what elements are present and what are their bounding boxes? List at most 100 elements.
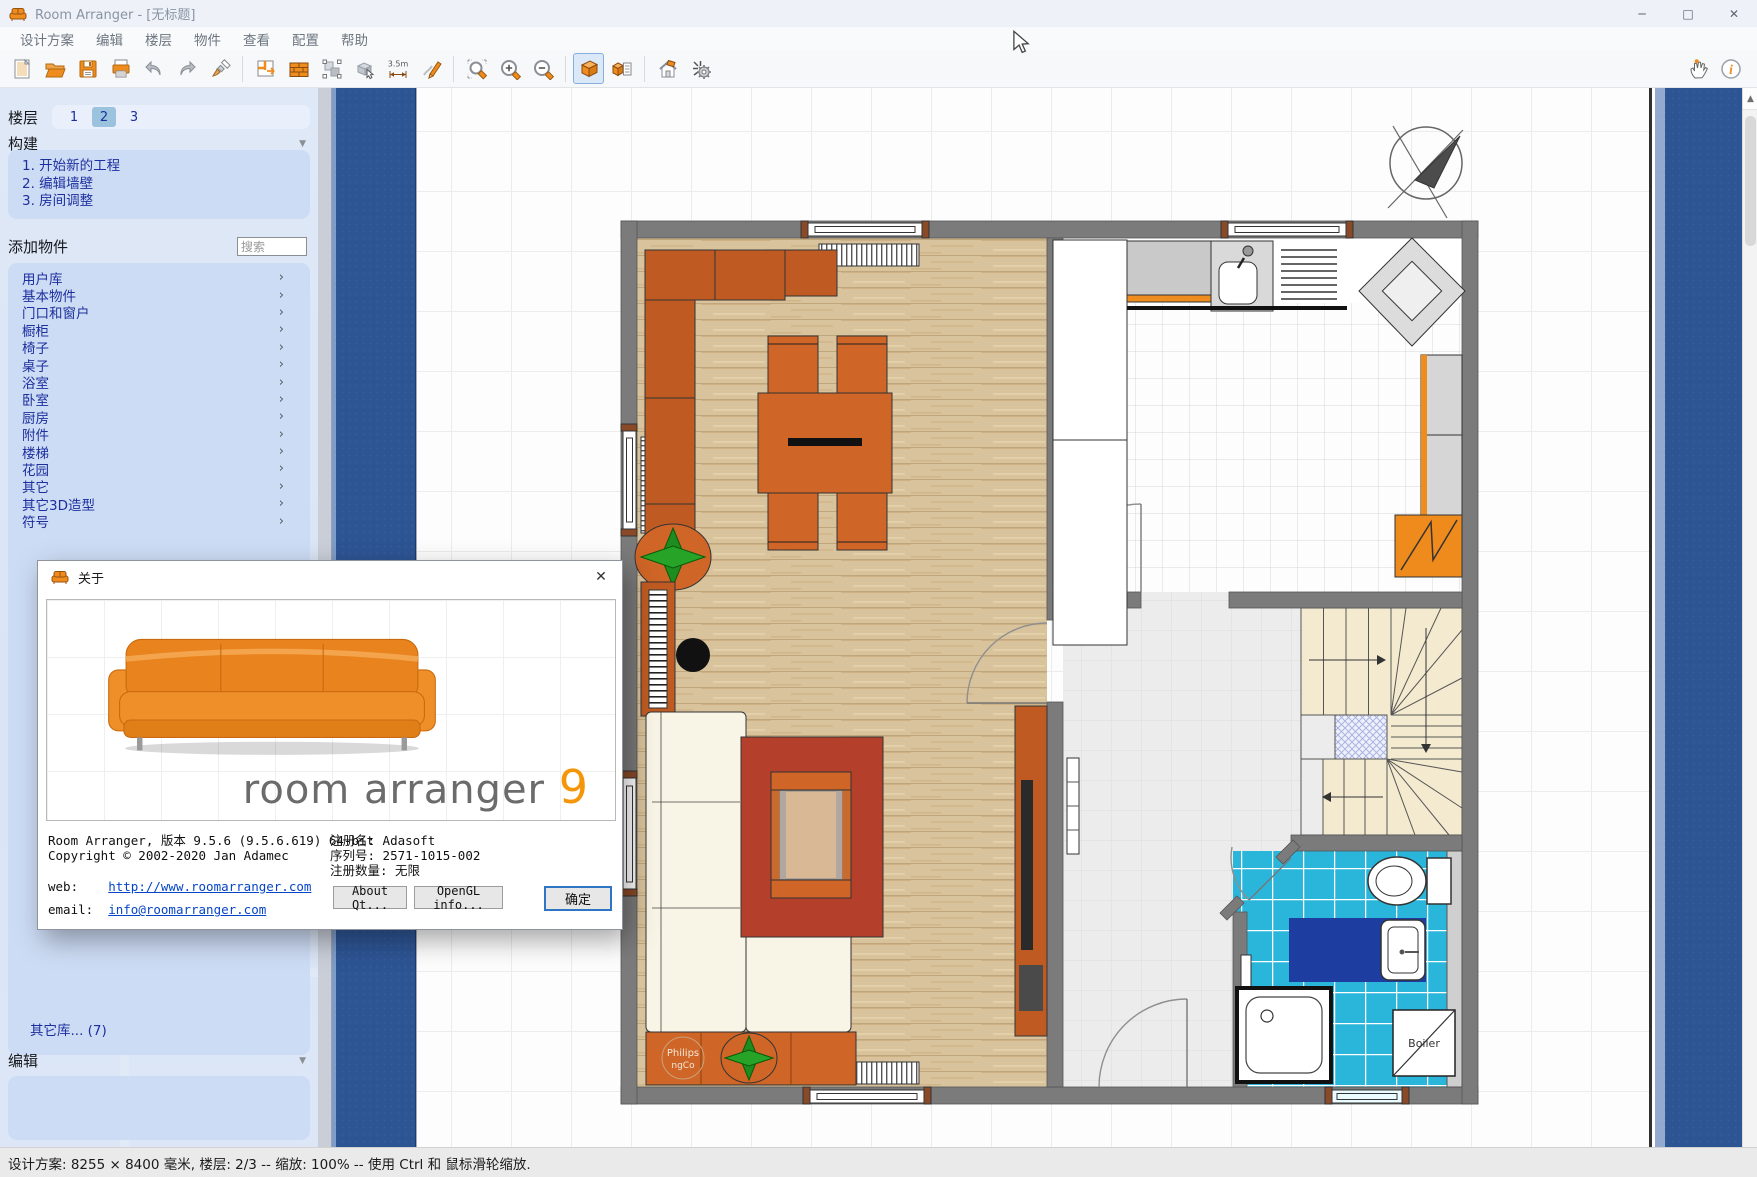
svg-text:3.5m: 3.5m: [387, 59, 408, 68]
kitchen-counter[interactable]: [1127, 241, 1211, 302]
fridge[interactable]: [1395, 515, 1462, 577]
close-button[interactable]: ✕: [1711, 0, 1757, 27]
about-info-button[interactable]: i: [1715, 54, 1746, 85]
pan-hand-button[interactable]: [1682, 54, 1713, 85]
zoom-in-button[interactable]: [494, 53, 525, 84]
dialog-title-bar[interactable]: 关于 ✕: [38, 561, 622, 593]
edit-walls-button[interactable]: [250, 53, 281, 84]
category-item[interactable]: 用户库›: [8, 269, 310, 286]
sofa-chaise[interactable]: [746, 925, 851, 1032]
menu-item-7[interactable]: 帮助: [330, 27, 379, 51]
new-plan-button[interactable]: [6, 53, 37, 84]
kitchen-wall-cabinet[interactable]: [1421, 435, 1462, 515]
chair[interactable]: [837, 336, 887, 393]
round-side-table[interactable]: [676, 638, 710, 672]
menu-item-5[interactable]: 查看: [232, 27, 281, 51]
scrollbar-thumb[interactable]: [1745, 116, 1756, 246]
draw-pencil-button[interactable]: [415, 53, 446, 84]
floor-button-3[interactable]: 3: [122, 107, 146, 127]
floor-button-1[interactable]: 1: [62, 107, 86, 127]
about-qt-button[interactable]: About Qt...: [333, 886, 407, 909]
edit-section-header[interactable]: 编辑 ▼: [8, 1050, 310, 1071]
category-item[interactable]: 橱柜›: [8, 321, 310, 338]
save-button[interactable]: [72, 53, 103, 84]
render-settings-button[interactable]: [685, 53, 716, 84]
build-step[interactable]: 2. 编辑墙壁: [22, 176, 310, 194]
wardrobe[interactable]: [645, 250, 715, 300]
category-item[interactable]: 椅子›: [8, 339, 310, 356]
website-link[interactable]: http://www.roomarranger.com: [108, 879, 311, 894]
chevron-right-icon: ›: [279, 289, 284, 302]
dialog-close-icon[interactable]: ✕: [588, 564, 614, 590]
maximize-button[interactable]: □: [1665, 0, 1711, 27]
wardrobe[interactable]: [785, 250, 837, 296]
measure-35m-button[interactable]: 3.5m: [382, 53, 413, 84]
transform-points-button[interactable]: [316, 53, 347, 84]
vertical-scrollbar[interactable]: ▲: [1742, 88, 1757, 1147]
toilet[interactable]: [1368, 857, 1426, 905]
undo-button[interactable]: [138, 53, 169, 84]
wall-brick-icon: [288, 58, 310, 80]
wall-brick-button[interactable]: [283, 53, 314, 84]
category-item[interactable]: 桌子›: [8, 356, 310, 373]
category-item[interactable]: 基本物件›: [8, 286, 310, 303]
ok-button[interactable]: 确定: [544, 886, 612, 911]
category-item[interactable]: 卧室›: [8, 391, 310, 408]
wardrobe[interactable]: [645, 300, 695, 398]
category-item[interactable]: 附件›: [8, 426, 310, 443]
kitchen-wall-cabinet[interactable]: [1421, 355, 1462, 435]
menu-item-2[interactable]: 编辑: [85, 27, 134, 51]
category-item[interactable]: 其它3D造型›: [8, 495, 310, 512]
render-settings-icon: [690, 58, 712, 80]
menu-item-6[interactable]: 配置: [281, 27, 330, 51]
menu-item-3[interactable]: 楼层: [134, 27, 183, 51]
chair[interactable]: [768, 336, 818, 393]
opengl-info-button[interactable]: OpenGL info...: [414, 886, 503, 909]
walkthrough-3d-button[interactable]: [652, 53, 683, 84]
brand-logo: room arranger 9: [243, 760, 589, 814]
kitchen-cabinet-tall[interactable]: [1053, 440, 1127, 645]
format-paint-button[interactable]: [204, 53, 235, 84]
kitchen-cabinet-tall[interactable]: [1053, 240, 1127, 440]
floor-button-2[interactable]: 2: [92, 107, 116, 127]
registration-info: 注册名: Adasoft序列号: 2571-1015-002注册数量: 无限: [330, 833, 480, 878]
category-item[interactable]: 花园›: [8, 460, 310, 477]
category-item[interactable]: 符号›: [8, 512, 310, 529]
wardrobe[interactable]: [715, 250, 785, 300]
toolbar-separator: [453, 56, 454, 82]
chair[interactable]: [768, 493, 818, 550]
menu-item-1[interactable]: 设计方案: [9, 27, 85, 51]
view-3d-icon: [578, 58, 600, 80]
build-step[interactable]: 3. 房间调整: [22, 193, 310, 211]
toilet-tank[interactable]: [1427, 858, 1451, 904]
open-button[interactable]: [39, 53, 70, 84]
category-item[interactable]: 门口和窗户›: [8, 304, 310, 321]
redo-button[interactable]: [171, 53, 202, 84]
view-3d-button[interactable]: [573, 53, 604, 84]
scroll-up-arrow-icon[interactable]: ▲: [1743, 88, 1757, 110]
category-item[interactable]: 其它›: [8, 478, 310, 495]
zoom-out-button[interactable]: [527, 53, 558, 84]
select-object-3d-icon: [354, 58, 376, 80]
minimize-button[interactable]: ─: [1619, 0, 1665, 27]
category-item[interactable]: 厨房›: [8, 408, 310, 425]
select-object-3d-button[interactable]: [349, 53, 380, 84]
collapse-triangle-icon[interactable]: ▼: [299, 1056, 306, 1066]
objects-list-3d-button[interactable]: [606, 53, 637, 84]
other-libraries-link[interactable]: 其它库... (7): [30, 1019, 107, 1039]
print-button[interactable]: [105, 53, 136, 84]
new-plan-icon: [11, 58, 33, 80]
search-input[interactable]: [237, 237, 307, 256]
zoom-in-icon: [499, 58, 521, 80]
menu-item-4[interactable]: 物件: [183, 27, 232, 51]
print-icon: [110, 58, 132, 80]
chair[interactable]: [837, 493, 887, 550]
zoom-window-button[interactable]: [461, 53, 492, 84]
category-item[interactable]: 浴室›: [8, 373, 310, 390]
email-link[interactable]: info@roomarranger.com: [108, 902, 266, 917]
category-item[interactable]: 楼梯›: [8, 443, 310, 460]
collapse-triangle-icon[interactable]: ▼: [299, 139, 306, 149]
wardrobe[interactable]: [645, 398, 695, 504]
version-line: Copyright © 2002-2020 Jan Adamec: [48, 848, 374, 863]
build-step[interactable]: 1. 开始新的工程: [22, 158, 310, 176]
